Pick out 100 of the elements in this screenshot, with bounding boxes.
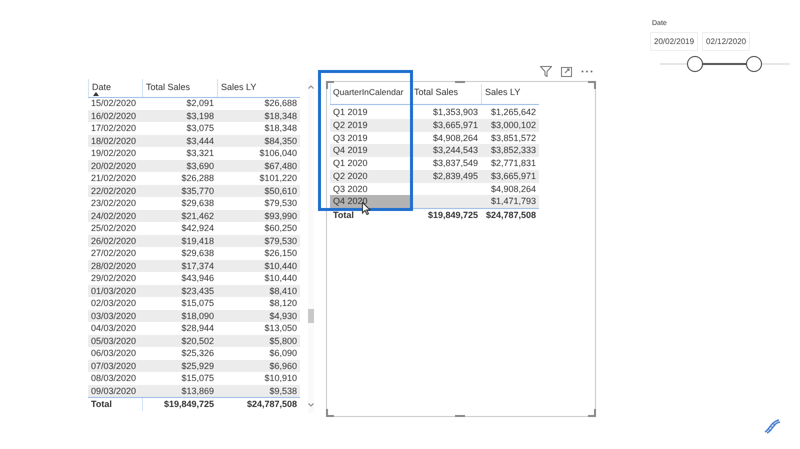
slider-handle[interactable] [746,56,762,72]
table-cell-text: 05/03/2020 [90,334,138,347]
cursor-icon [362,202,371,215]
table-cell-text: $3,690 [185,160,215,172]
table-cell-text: $4,908,264 [490,182,537,196]
column-header[interactable]: Sales LY [481,84,539,104]
table-cell[interactable]: Q4 2020 [330,195,410,208]
table-cell-text: 19/02/2020 [90,147,138,160]
table-cell-text: 02/03/2020 [90,297,138,310]
column-header[interactable]: Total Sales [142,79,217,97]
table-cell-text: $43,946 [180,272,215,284]
table-cell-text: $1,353,903 [432,106,479,119]
table-cell[interactable]: Q2 2019 [330,118,410,132]
total-cell-text: Total [90,398,113,411]
table-cell-text: $106,040 [258,147,298,160]
table-cell-text: 21/02/2020 [90,172,138,184]
table-cell-text: 03/03/2020 [90,310,138,322]
table-cell-text: $3,852,333 [490,144,537,157]
total-cell: $19,849,725 [142,398,217,411]
table-cell-text: $50,610 [263,184,298,197]
table-cell-text: $23,435 [180,284,215,297]
table-cell-text: 23/02/2020 [90,197,138,210]
total-cell-text: $24,787,508 [246,398,298,411]
table-cell-text: $3,837,549 [432,157,479,170]
table-cell-text: $3,198 [185,110,215,122]
table-cell-text: 29/02/2020 [90,272,138,284]
scroll-up-icon[interactable] [308,85,314,89]
table-cell-text: $6,960 [268,360,298,372]
table-cell-text: $15,075 [180,372,215,384]
scroll-down-icon[interactable] [308,403,314,407]
column-header[interactable]: Date [88,79,142,97]
table-cell-text: $25,326 [180,347,215,360]
table-cell-text: 08/03/2020 [90,372,138,384]
end-date-field[interactable]: 02/12/2020 [702,32,750,51]
table-cell-text: 22/02/2020 [90,184,138,197]
table-cell-text: $60,250 [263,222,298,234]
scroll-thumb[interactable] [308,309,314,323]
total-cell-text: $24,787,508 [484,209,537,222]
table-cell-text: $18,348 [263,122,298,134]
table-cell-text: $26,288 [180,172,215,184]
more-options-icon[interactable] [581,70,593,73]
column-header[interactable]: QuarterInCalendar [330,84,410,104]
table-cell-text: $8,410 [268,284,298,297]
filter-icon[interactable] [540,66,552,77]
table-cell-text: 07/03/2020 [90,360,138,372]
table-cell-text: $3,665,971 [432,118,479,132]
table-cell-text: $2,839,495 [432,170,479,182]
table-cell-text: $1,265,642 [490,106,537,119]
table-cell-text: $101,220 [258,172,298,184]
table-cell-text: 17/02/2020 [90,122,138,134]
table-cell[interactable]: Q3 2020 [330,182,410,196]
table-cell-text: 04/03/2020 [90,322,138,334]
table-cell[interactable]: Q4 2019 [330,144,410,157]
table-cell-text: $29,638 [180,197,215,210]
table-cell-text: $26,150 [263,247,298,260]
table-cell-text: $3,665,971 [490,170,537,182]
table-cell-text: 16/02/2020 [90,110,138,122]
table-cell-text: 09/03/2020 [90,384,138,397]
slider-handle[interactable] [687,56,704,72]
table-cell-text: 26/02/2020 [90,234,138,247]
table-cell-text: $3,851,572 [490,132,537,144]
table-cell-text: $17,374 [180,260,215,272]
column-header[interactable]: Sales LY [217,79,300,97]
table-cell-text: 20/02/2020 [90,160,138,172]
table-cell-text: $10,910 [263,372,298,384]
visual-frame[interactable] [326,81,596,417]
table-cell-text: 28/02/2020 [90,260,138,272]
table-cell[interactable]: Q1 2019 [330,106,410,119]
table-cell-text: $18,348 [263,110,298,122]
table-cell-text: $5,800 [268,334,298,347]
table-cell-text: $93,990 [263,210,298,222]
table-cell-text: 24/02/2020 [90,210,138,222]
table-cell[interactable]: Q2 2020 [330,170,410,182]
table-cell-text: $10,440 [263,272,298,284]
table-cell-text: $3,075 [185,122,215,134]
table-cell-text: $8,120 [268,297,298,310]
table-cell-text: $10,440 [263,260,298,272]
table-cell[interactable]: Q1 2020 [330,157,410,170]
total-cell-text: Total [332,209,355,222]
start-date-field[interactable]: 20/02/2019 [650,32,698,51]
table-cell-text: $3,244,543 [432,144,479,157]
table-cell-text: 27/02/2020 [90,247,138,260]
table-cell-text: $42,924 [180,222,215,234]
dna-logo-icon [763,418,781,434]
scrollbar[interactable] [308,79,314,413]
table-cell-text: 18/02/2020 [90,134,138,147]
table-cell-text: $3,444 [185,134,215,147]
table-cell-text: $35,770 [180,184,215,197]
table-cell-text: $79,530 [263,197,298,210]
table-cell-text: 01/03/2020 [90,284,138,297]
table-cell-text: $25,929 [180,360,215,372]
table-cell-text: $26,688 [263,97,298,110]
table-cell-text: $19,418 [180,234,215,247]
table-cell-text: $4,908,264 [432,132,479,144]
focus-mode-icon[interactable] [561,66,572,76]
table-cell-text: 25/02/2020 [90,222,138,234]
table-cell-text: $18,090 [180,310,215,322]
table-cell[interactable]: Q3 2019 [330,132,410,144]
table-cell-text: $21,462 [180,210,215,222]
column-header[interactable]: Total Sales [410,84,481,104]
